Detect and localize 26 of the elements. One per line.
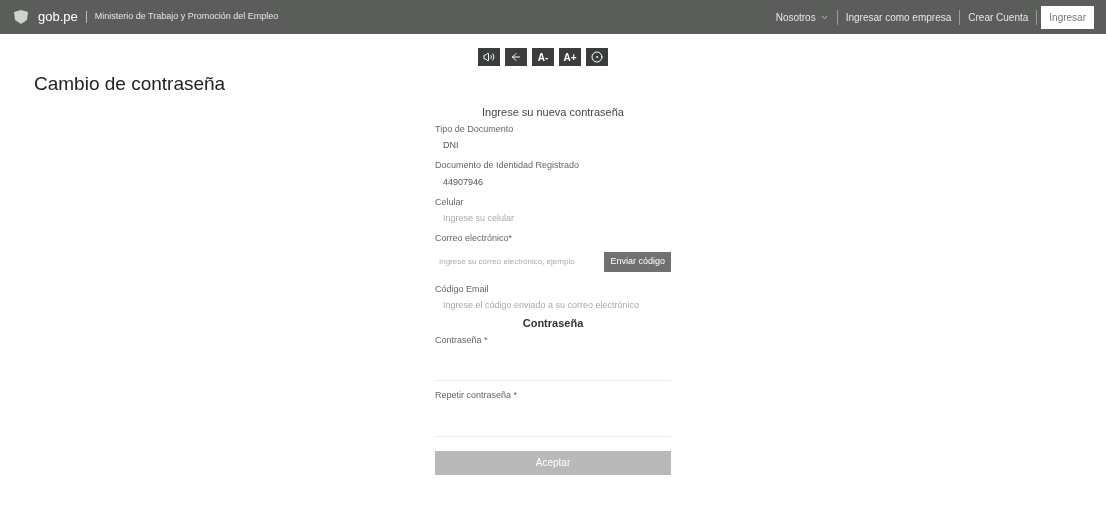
brand-name: gob.pe — [38, 8, 78, 27]
speaker-icon — [483, 51, 495, 63]
ministry-name: Ministerio de Trabajo y Promoción del Empleo — [94, 10, 279, 24]
nav-dropdown[interactable]: Nosotros — [767, 9, 838, 25]
contrast-icon — [591, 51, 603, 63]
field-label: Tipo de Documento — [435, 122, 515, 136]
coat-of-arms-icon — [12, 9, 30, 25]
field-label: Correo electrónico* — [435, 232, 514, 245]
audio-button[interactable] — [478, 48, 500, 66]
login-button[interactable]: Ingresar — [1041, 5, 1094, 29]
nav-link[interactable]: Crear Cuenta — [960, 9, 1038, 25]
page-title: Cambio de contraseña — [34, 72, 226, 96]
arrow-left-icon — [510, 51, 522, 63]
section-heading: Contraseña — [521, 316, 585, 331]
back-button[interactable] — [505, 48, 527, 66]
nav-link[interactable]: Ingresar como empresa — [837, 9, 961, 25]
send-code-button[interactable]: Enviar código — [604, 251, 671, 272]
font-size-button[interactable]: A- — [532, 48, 554, 66]
font-size-button[interactable]: A+ — [559, 48, 581, 66]
field-label: Código Email — [435, 282, 490, 296]
field-label: Repetir contraseña * — [435, 389, 519, 402]
field-label: Celular — [435, 195, 465, 209]
field-label: Contraseña * — [435, 333, 489, 347]
form-heading: Ingrese su nueva contraseña — [481, 105, 625, 120]
field-label: Documento de Identidad Registrado — [435, 159, 581, 172]
contrast-button[interactable] — [586, 48, 608, 66]
